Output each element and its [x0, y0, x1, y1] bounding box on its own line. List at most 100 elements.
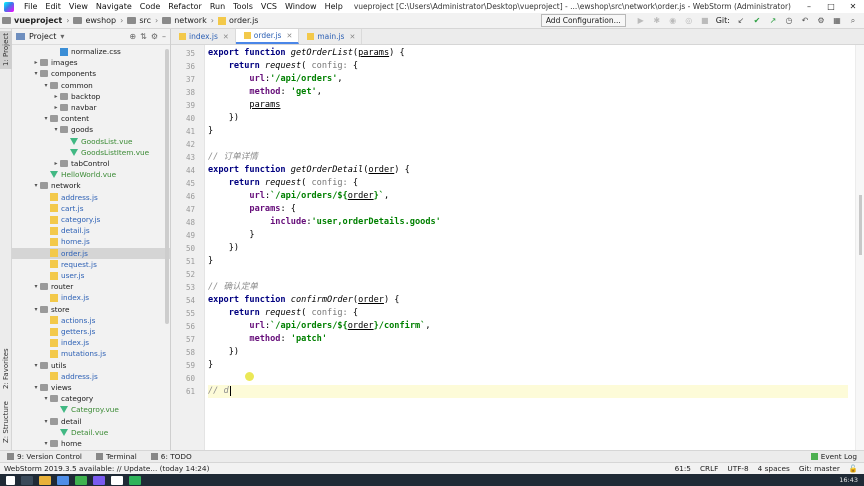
breadcrumb-file[interactable]: order.js [216, 16, 261, 25]
tree-item[interactable]: normalize.css [12, 46, 170, 57]
file-encoding[interactable]: UTF-8 [727, 464, 748, 473]
tree-item[interactable]: ▾ store [12, 304, 170, 315]
tree-item[interactable]: index.js [12, 337, 170, 348]
tree-item[interactable]: detail.js [12, 225, 170, 236]
tree-item[interactable]: GoodsList.vue [12, 136, 170, 147]
tree-item[interactable]: getters.js [12, 326, 170, 337]
git-push-icon[interactable]: ↗ [766, 15, 780, 27]
code-line[interactable]: // d [208, 385, 848, 398]
search-icon[interactable]: ⌕ [846, 15, 860, 27]
chevron-down-icon[interactable]: ▾ [42, 418, 50, 425]
chevron-down-icon[interactable]: ▾ [32, 362, 40, 369]
code-line[interactable]: return request( config: { [208, 60, 848, 73]
tree-item[interactable]: ▾ home [12, 438, 170, 449]
tree-item[interactable]: ▾ category [12, 393, 170, 404]
app-taskbar-icon[interactable] [129, 475, 141, 485]
editor-tab[interactable]: main.js ✕ [299, 29, 363, 44]
settings-icon[interactable]: ⚙ [814, 15, 828, 27]
code-line[interactable]: export function getOrderList(params) { [208, 47, 848, 60]
close-window-button[interactable]: ✕ [842, 2, 864, 11]
browser-taskbar-icon[interactable] [57, 475, 69, 485]
code-line[interactable]: method: 'get', [208, 86, 848, 99]
tree-item[interactable]: user.js [12, 270, 170, 281]
menu-run[interactable]: Run [206, 2, 229, 11]
tree-item[interactable]: home.js [12, 236, 170, 247]
history-icon[interactable]: ◷ [782, 15, 796, 27]
code-line[interactable]: } [208, 255, 848, 268]
event-log-tab[interactable]: Event Log [804, 452, 864, 461]
git-update-icon[interactable]: ↙ [734, 15, 748, 27]
tree-item[interactable]: ▾ goods [12, 124, 170, 135]
tree-item[interactable]: category.js [12, 214, 170, 225]
rollback-icon[interactable]: ↶ [798, 15, 812, 27]
editor-tab[interactable]: order.js ✕ [235, 29, 300, 44]
menu-window[interactable]: Window [281, 2, 321, 11]
code-line[interactable]: export function getOrderDetail(order) { [208, 164, 848, 177]
code-line[interactable]: params: { [208, 203, 848, 216]
profile-icon[interactable]: ◎ [682, 15, 696, 27]
menu-code[interactable]: Code [136, 2, 164, 11]
git-commit-icon[interactable]: ✔ [750, 15, 764, 27]
code-line[interactable]: } [208, 359, 848, 372]
tree-item[interactable]: request.js [12, 259, 170, 270]
tree-item[interactable]: ▾ common [12, 80, 170, 91]
chevron-right-icon[interactable]: ▸ [52, 93, 60, 100]
menu-edit[interactable]: Edit [41, 2, 65, 11]
indent-setting[interactable]: 4 spaces [758, 464, 790, 473]
tree-item[interactable]: actions.js [12, 315, 170, 326]
breadcrumb-src[interactable]: src › [125, 16, 160, 25]
wechat-taskbar-icon[interactable] [75, 475, 87, 485]
status-message[interactable]: WebStorm 2019.3.5 available: // Update..… [0, 464, 209, 473]
hide-icon[interactable]: – [162, 32, 166, 41]
tree-item[interactable]: index.js [12, 292, 170, 303]
tree-item[interactable]: Detail.vue [12, 427, 170, 438]
chevron-down-icon[interactable]: ▾ [32, 70, 40, 77]
menu-file[interactable]: File [20, 2, 41, 11]
code-line[interactable]: // 订单详情 [208, 151, 848, 164]
tree-item[interactable]: ▾ content [12, 113, 170, 124]
tree-item[interactable]: cart.js [12, 203, 170, 214]
locate-icon[interactable]: ⊕ [129, 32, 136, 41]
maximize-button[interactable]: □ [820, 2, 842, 11]
debug-icon[interactable]: ✱ [650, 15, 664, 27]
code-line[interactable]: }) [208, 346, 848, 359]
tree-item[interactable]: Categroy.vue [12, 404, 170, 415]
add-configuration-button[interactable]: Add Configuration... [540, 14, 626, 27]
code-line[interactable]: }) [208, 112, 848, 125]
close-tab-icon[interactable]: ✕ [349, 33, 355, 41]
chevron-down-icon[interactable]: ▾ [60, 32, 64, 41]
todo-tab[interactable]: 6: TODO [144, 452, 199, 461]
caret-position[interactable]: 61:5 [675, 464, 691, 473]
tree-item[interactable]: GoodsListItem.vue [12, 147, 170, 158]
code-line[interactable]: include:'user,orderDetails.goods' [208, 216, 848, 229]
stop-icon[interactable]: ■ [698, 15, 712, 27]
project-tool-tab[interactable]: 1: Project [0, 31, 12, 69]
tree-item[interactable]: ▾ views [12, 382, 170, 393]
chevron-right-icon[interactable]: ▸ [32, 59, 40, 66]
tree-item[interactable]: ▾ network [12, 180, 170, 191]
tree-item[interactable]: ▾ components [12, 68, 170, 79]
code-line[interactable]: url:`/api/orders/${order}/confirm`, [208, 320, 848, 333]
chevron-right-icon[interactable]: ▸ [52, 104, 60, 111]
run-icon[interactable]: ▶ [634, 15, 648, 27]
menu-tools[interactable]: Tools [229, 2, 257, 11]
tree-item[interactable]: order.js [12, 247, 170, 259]
chevron-down-icon[interactable]: ▾ [32, 306, 40, 313]
explorer-taskbar-icon[interactable] [39, 475, 51, 485]
code-line[interactable]: export function confirmOrder(order) { [208, 294, 848, 307]
code-line[interactable] [208, 268, 848, 281]
code-line[interactable]: url:`/api/orders/${order}`, [208, 190, 848, 203]
code-line[interactable] [208, 372, 848, 385]
scrollbar-thumb[interactable] [859, 195, 862, 255]
breadcrumb-project[interactable]: vueproject › [0, 16, 71, 25]
chrome-taskbar-icon[interactable] [111, 475, 123, 485]
menu-help[interactable]: Help [321, 2, 347, 11]
chevron-right-icon[interactable]: ▸ [52, 160, 60, 167]
code-line[interactable]: }) [208, 242, 848, 255]
code-line[interactable]: // 确认定单 [208, 281, 848, 294]
line-separator[interactable]: CRLF [700, 464, 718, 473]
menu-refactor[interactable]: Refactor [164, 2, 206, 11]
git-branch[interactable]: Git: master [799, 464, 840, 473]
code-line[interactable]: params [208, 99, 848, 112]
chevron-down-icon[interactable]: ▾ [42, 115, 50, 122]
